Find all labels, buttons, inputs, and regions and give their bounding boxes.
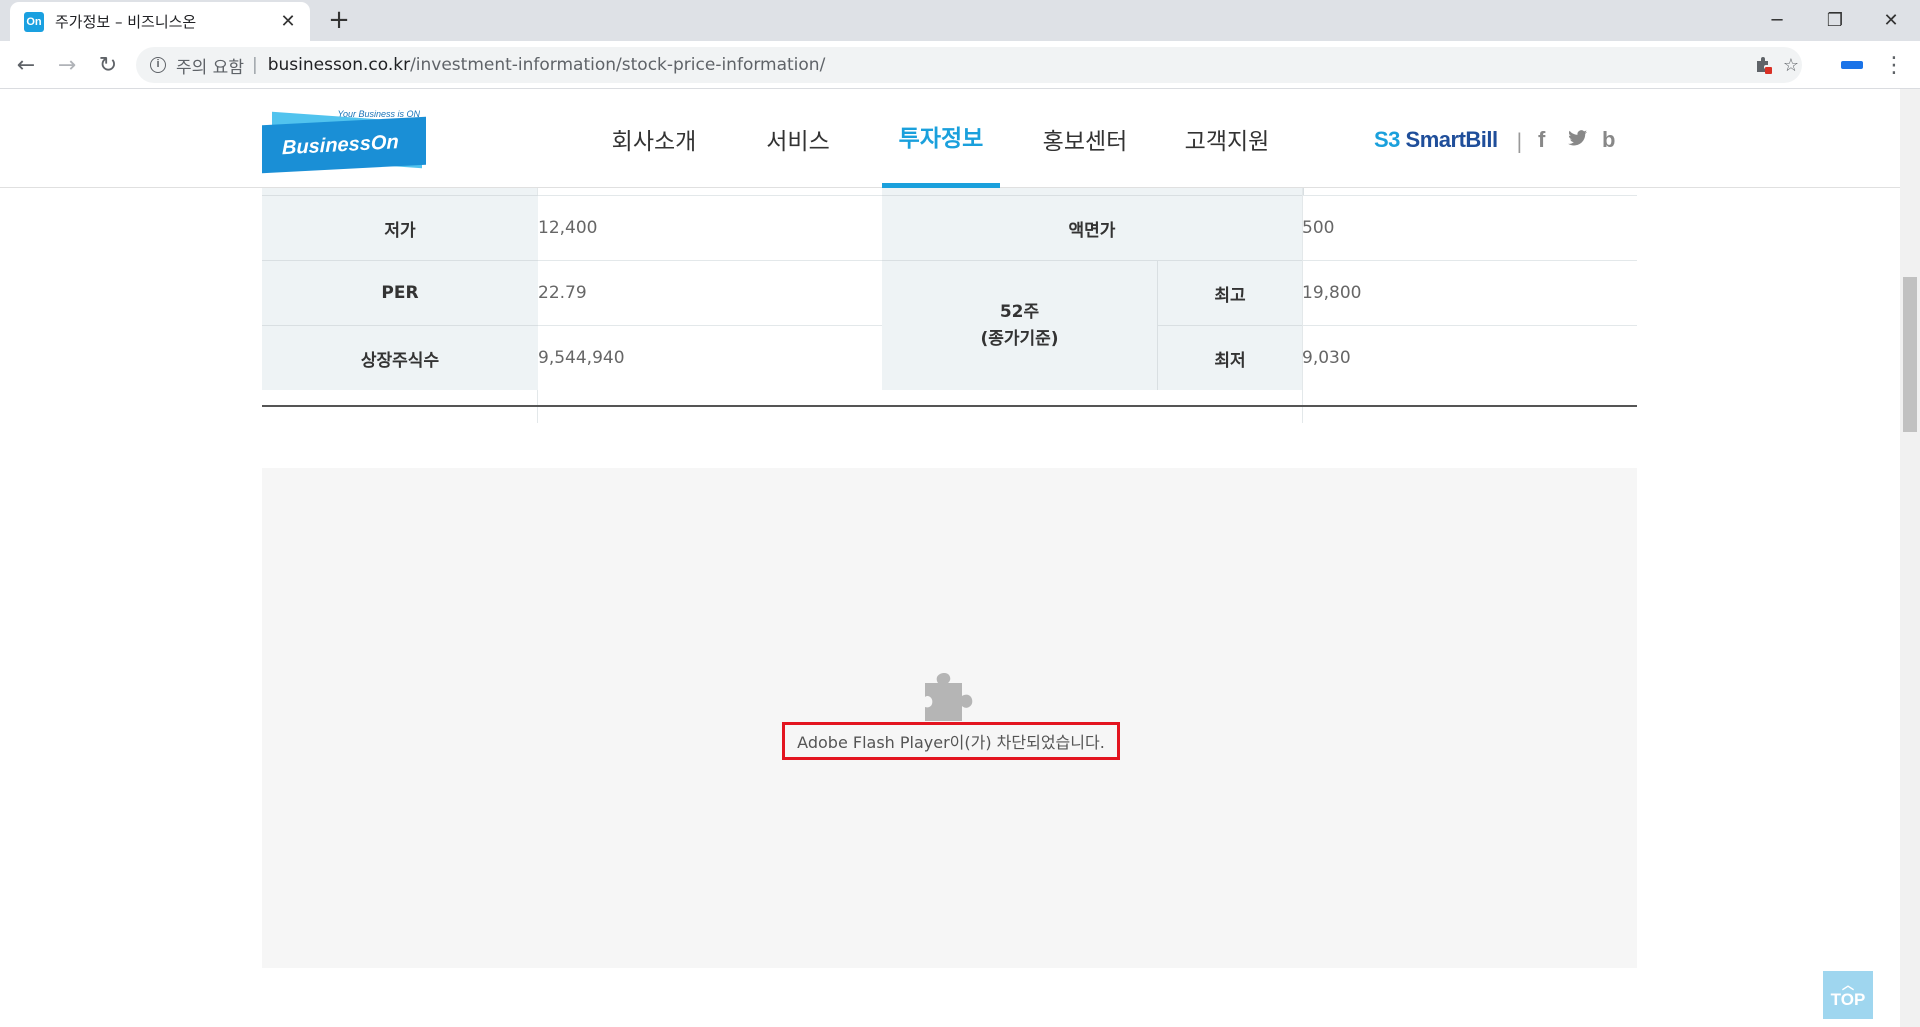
- puzzle-piece-icon: [925, 673, 973, 721]
- nav-company[interactable]: 회사소개: [600, 89, 708, 188]
- low-price-value: 12,400: [538, 195, 882, 260]
- tab-close-icon[interactable]: ✕: [278, 11, 298, 32]
- nav-service[interactable]: 서비스: [744, 89, 852, 188]
- site-header: Your Business is ON BusinessOn 회사소개 서비스 …: [0, 89, 1900, 188]
- window-close-icon[interactable]: ✕: [1862, 0, 1920, 41]
- week52-label-line1: 52주: [999, 301, 1040, 322]
- nav-investment[interactable]: 투자정보: [882, 89, 1000, 188]
- tab-title: 주가정보 – 비즈니스온: [55, 13, 197, 31]
- restore-icon[interactable]: ❐: [1806, 0, 1864, 41]
- site-favicon: On: [24, 11, 44, 32]
- browser-tabstrip: On 주가정보 – 비즈니스온 ✕ + ─ ❐ ✕: [0, 0, 1920, 41]
- per-label: PER: [262, 260, 538, 325]
- browser-menu-icon[interactable]: ⋮: [1878, 49, 1910, 81]
- back-icon[interactable]: ←: [10, 49, 42, 81]
- scroll-top-button[interactable]: ︿ TOP: [1823, 971, 1873, 1019]
- chevron-up-icon: ︿: [1841, 978, 1854, 992]
- page-scrollbar[interactable]: [1900, 89, 1920, 1027]
- facebook-icon[interactable]: f: [1538, 127, 1545, 153]
- par-value-label: 액면가: [882, 195, 1302, 260]
- table-bottom-border: [262, 405, 1637, 407]
- low-price-label: 저가: [262, 195, 538, 260]
- scrollbar-thumb[interactable]: [1903, 277, 1917, 432]
- security-label[interactable]: 주의 요함: [176, 53, 244, 78]
- new-tab-button[interactable]: +: [325, 6, 353, 34]
- per-value: 22.79: [538, 260, 882, 325]
- smartbill-text: SmartBill: [1405, 127, 1499, 152]
- top-label: TOP: [1830, 990, 1866, 1009]
- par-value-value: 500: [1302, 195, 1637, 260]
- flash-plugin-area[interactable]: Adobe Flash Player이(가) 차단되었습니다.: [262, 468, 1637, 968]
- social-separator: |: [1516, 129, 1523, 153]
- url-path[interactable]: /investment-information/stock-price-info…: [410, 55, 825, 75]
- minimize-icon[interactable]: ─: [1748, 0, 1806, 41]
- twitter-icon[interactable]: [1568, 127, 1588, 153]
- smartbill-icon: S3: [1374, 127, 1400, 152]
- info-icon[interactable]: i: [150, 57, 166, 73]
- reload-icon[interactable]: ↻: [92, 49, 124, 81]
- week52-label: 52주 (종가기준): [882, 260, 1158, 390]
- nav-pr-center[interactable]: 홍보센터: [1030, 89, 1140, 188]
- week52-label-line2: (종가기준): [980, 328, 1059, 349]
- table-row: 저가 12,400 액면가 500: [262, 195, 1637, 260]
- listed-shares-label: 상장주식수: [262, 325, 538, 390]
- flash-blocked-message: Adobe Flash Player이(가) 차단되었습니다.: [782, 722, 1120, 760]
- browser-toolbar: ← → ↻ i 주의 요함 | businesson.co.kr/investm…: [0, 41, 1920, 89]
- logo-text: BusinessOn: [282, 130, 399, 159]
- businesson-logo[interactable]: Your Business is ON BusinessOn: [262, 109, 428, 174]
- listed-shares-value: 9,544,940: [538, 325, 882, 390]
- nav-support[interactable]: 고객지원: [1172, 89, 1282, 188]
- smartbill-link[interactable]: S3 SmartBill: [1374, 127, 1498, 153]
- week52-high-value: 19,800: [1302, 260, 1637, 325]
- week52-low-label: 최저: [1158, 325, 1302, 390]
- week52-high-label: 최고: [1158, 260, 1302, 325]
- page-viewport: Your Business is ON BusinessOn 회사소개 서비스 …: [0, 89, 1920, 1027]
- logo-box: BusinessOn: [262, 116, 426, 174]
- url-host[interactable]: businesson.co.kr: [268, 55, 410, 75]
- forward-icon[interactable]: →: [51, 49, 83, 81]
- plugin-blocked-icon[interactable]: [1748, 47, 1778, 83]
- address-bar[interactable]: i 주의 요함 | businesson.co.kr/investment-in…: [136, 47, 1802, 83]
- extension-icon[interactable]: [1838, 54, 1866, 76]
- bookmark-star-icon[interactable]: ☆: [1776, 47, 1806, 83]
- blog-icon[interactable]: b: [1602, 127, 1615, 153]
- address-separator: |: [251, 55, 258, 75]
- browser-tab[interactable]: On 주가정보 – 비즈니스온 ✕: [10, 2, 310, 41]
- week52-low-value: 9,030: [1302, 325, 1637, 390]
